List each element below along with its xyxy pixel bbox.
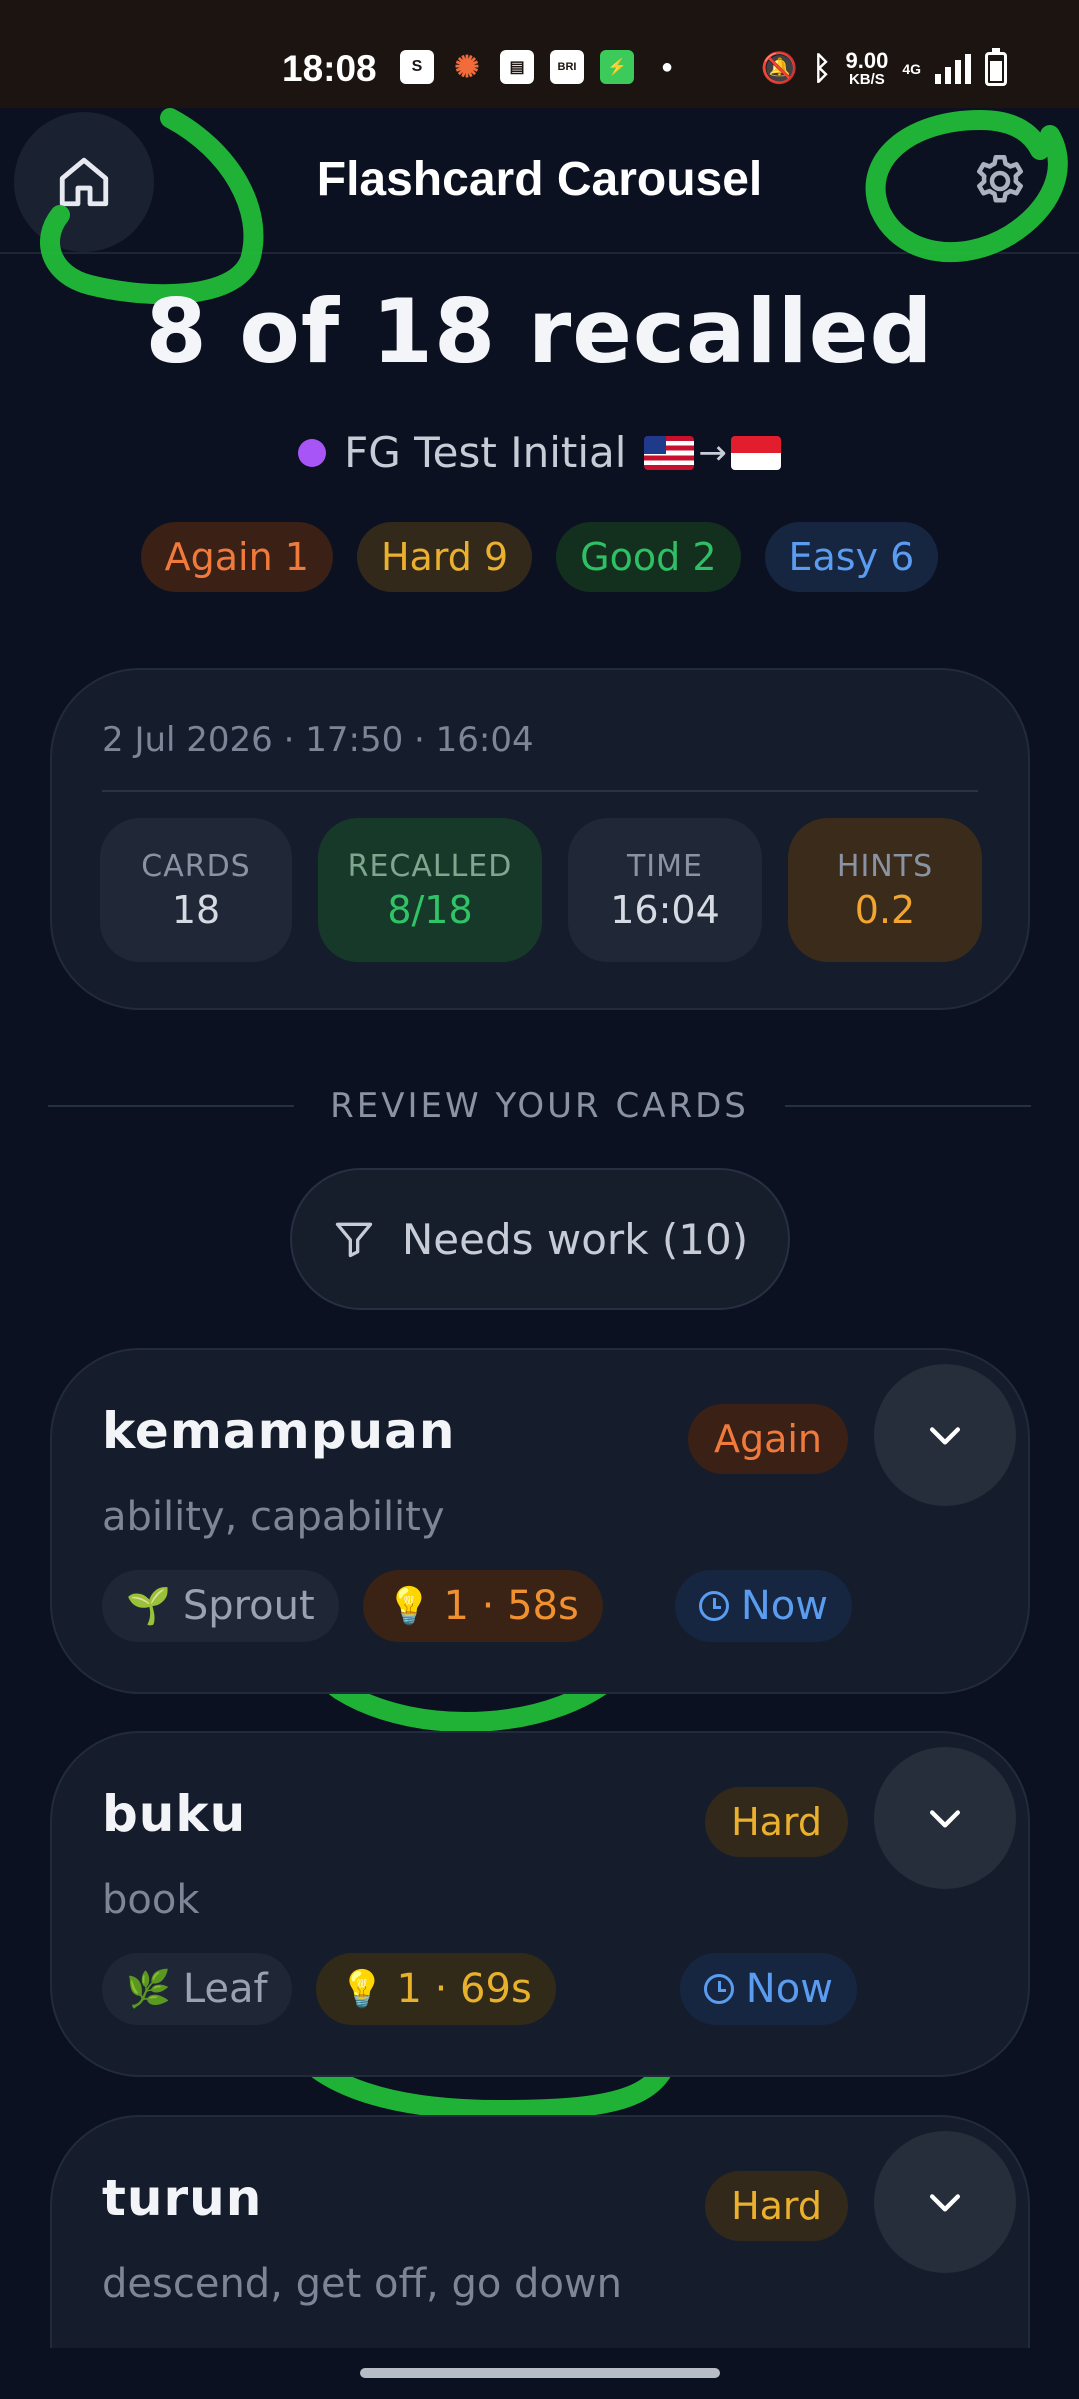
status-time: 18:08	[282, 48, 377, 89]
sprout-icon: 🌱	[126, 1586, 171, 1627]
review-section-header: REVIEW YOUR CARDS	[48, 1086, 1031, 1126]
session-summary-card: 2 Jul 2026 · 17:50 · 16:04 CARDS 18 RECA…	[50, 668, 1030, 1010]
mute-vibrate-icon: 🔕	[760, 52, 799, 85]
stage-pill: 🌱 Sprout	[102, 1570, 339, 1642]
notification-icons: S ✺ ▤ BRI ⚡ ●	[400, 50, 684, 84]
clock-icon	[703, 1974, 734, 2004]
expand-card-button[interactable]	[874, 1747, 1016, 1889]
status-bar: 18:08 S ✺ ▤ BRI ⚡ ● 🔕 ᛒ 9.00 KB/S 4G	[0, 0, 1079, 108]
expand-card-button[interactable]	[874, 2131, 1016, 2273]
gear-icon	[977, 155, 1023, 203]
card-rating-badge: Hard	[705, 2171, 848, 2241]
rating-chip-good: Good 2	[556, 522, 741, 592]
message-icon: ▤	[500, 50, 534, 84]
card-pills: 🌱 Sprout 💡 1 · 58s Now	[102, 1570, 852, 1642]
divider	[48, 1105, 295, 1107]
stat-cards: CARDS 18	[100, 818, 292, 962]
deck-info: FG Test Initial →	[0, 428, 1079, 477]
bank-app-icon: BRI	[550, 50, 584, 84]
needs-work-filter-button[interactable]: Needs work (10)	[290, 1168, 790, 1310]
rating-chip-again: Again 1	[140, 522, 333, 592]
us-flag-icon	[644, 435, 695, 470]
expand-card-button[interactable]	[874, 1364, 1016, 1506]
network-speed: 9.00 KB/S	[845, 48, 889, 88]
divider	[784, 1105, 1031, 1107]
session-date: 2 Jul 2026 · 17:50 · 16:04	[102, 720, 534, 760]
card-meaning: descend, get off, go down	[102, 2261, 622, 2307]
due-pill: Now	[674, 1570, 852, 1642]
clock-icon	[698, 1591, 729, 1621]
vpn-shield-icon: ⚡	[600, 50, 634, 84]
card-pills: 🌿 Leaf 💡 1 · 69s Now	[102, 1953, 857, 2025]
hint-pill: 💡 1 · 69s	[315, 1953, 556, 2025]
rating-chip-easy: Easy 6	[764, 522, 939, 592]
recall-headline: 8 of 18 recalled	[145, 280, 934, 383]
filter-label: Needs work (10)	[401, 1214, 749, 1264]
app-bar: Flashcard Carousel	[0, 108, 1079, 254]
shopping-bag-icon: S	[400, 50, 434, 84]
card-meaning: book	[102, 1877, 200, 1923]
more-dot-icon: ●	[660, 55, 674, 78]
filter-icon	[335, 1222, 373, 1258]
card-word: buku	[102, 1785, 247, 1843]
section-label: REVIEW YOUR CARDS	[330, 1086, 749, 1126]
battery-icon	[985, 47, 1007, 86]
signal-icon	[935, 53, 971, 84]
review-card[interactable]: buku Hard book 🌿 Leaf 💡 1 · 69s Now	[50, 1731, 1030, 2077]
chevron-down-icon	[929, 2194, 961, 2212]
direction-arrow: →	[698, 432, 727, 473]
lightbulb-icon: 💡	[386, 1586, 432, 1627]
chevron-down-icon	[929, 1810, 961, 1828]
rating-summary: Again 1 Hard 9 Good 2 Easy 6	[0, 522, 1079, 592]
settings-button[interactable]	[967, 148, 1033, 214]
hint-pill: 💡 1 · 58s	[362, 1570, 603, 1642]
card-word: turun	[102, 2169, 263, 2227]
rating-chip-hard: Hard 9	[356, 522, 533, 592]
card-rating-badge: Again	[687, 1404, 848, 1474]
app-title: Flashcard Carousel	[316, 153, 763, 206]
review-card[interactable]: kemampuan Again ability, capability 🌱 Sp…	[50, 1348, 1030, 1694]
deck-color-dot	[298, 438, 327, 467]
stat-hints: HINTS 0.2	[788, 818, 982, 962]
home-indicator[interactable]	[360, 2368, 720, 2378]
bluetooth-icon: ᛒ	[812, 50, 832, 86]
card-meaning: ability, capability	[102, 1494, 445, 1540]
indonesia-flag-icon	[730, 435, 781, 470]
leaf-icon: 🌿	[126, 1969, 171, 2010]
card-word: kemampuan	[102, 1402, 456, 1460]
stat-recalled: RECALLED 8/18	[318, 818, 542, 962]
divider	[102, 790, 978, 792]
chevron-down-icon	[929, 1427, 961, 1445]
network-type: 4G	[902, 60, 921, 77]
spark-icon: ✺	[454, 50, 480, 84]
lightbulb-icon: 💡	[339, 1969, 385, 2010]
due-pill: Now	[679, 1953, 857, 2025]
deck-name: FG Test Initial	[344, 428, 627, 477]
card-rating-badge: Hard	[705, 1787, 848, 1857]
language-direction: →	[644, 433, 781, 473]
stats-row: CARDS 18 RECALLED 8/18 TIME 16:04 HINTS …	[100, 818, 982, 962]
system-icons: 🔕 ᛒ 9.00 KB/S 4G	[760, 47, 1007, 88]
stage-pill: 🌿 Leaf	[102, 1953, 292, 2025]
stat-time: TIME 16:04	[568, 818, 762, 962]
